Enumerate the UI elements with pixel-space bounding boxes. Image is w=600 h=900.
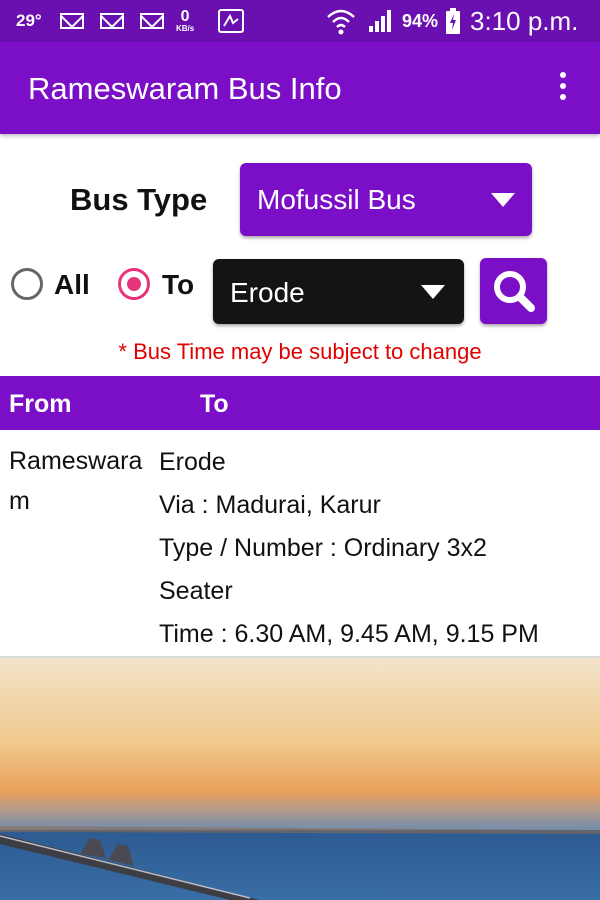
cell-time: Time : 6.30 AM, 9.45 AM, 9.15 PM bbox=[159, 620, 539, 648]
wifi-icon bbox=[326, 0, 356, 42]
signal-icon bbox=[368, 0, 394, 42]
search-button[interactable] bbox=[480, 258, 547, 324]
battery-percent: 94% bbox=[402, 10, 439, 31]
radio-all[interactable] bbox=[11, 268, 43, 300]
disclaimer-text: * Bus Time may be subject to change bbox=[118, 339, 482, 364]
data-rate-value: 0 bbox=[180, 8, 190, 25]
sunset-bridge-image bbox=[0, 658, 600, 900]
data-rate-unit: KB/s bbox=[176, 24, 195, 33]
destination-dropdown[interactable]: Erode bbox=[213, 259, 464, 324]
dropdown-arrow-icon bbox=[421, 285, 445, 299]
radio-to[interactable] bbox=[118, 268, 150, 300]
more-vert-icon[interactable] bbox=[555, 72, 571, 104]
dropdown-arrow-icon bbox=[491, 193, 515, 207]
radio-all-label: All bbox=[54, 269, 90, 300]
mail-icon bbox=[60, 0, 84, 42]
search-icon bbox=[494, 271, 535, 312]
status-bar: 29° 0 KB/s 94% 3:10 p.m. bbox=[0, 0, 600, 42]
cell-type-number: Type / Number : Ordinary 3x2 bbox=[159, 534, 487, 562]
app-notification-icon bbox=[218, 0, 244, 42]
data-rate-icon: 0 KB/s bbox=[176, 0, 194, 42]
bus-type-dropdown[interactable]: Mofussil Bus bbox=[240, 163, 532, 236]
destination-value: Erode bbox=[230, 277, 305, 308]
bus-type-value: Mofussil Bus bbox=[257, 184, 416, 215]
temperature-indicator: 29° bbox=[16, 11, 42, 30]
column-header-from: From bbox=[9, 390, 72, 418]
table-header: From To bbox=[0, 376, 600, 430]
mail-icon bbox=[100, 0, 124, 42]
cell-type-number-cont: Seater bbox=[159, 577, 233, 605]
table-row: Erode Via : Madurai, Karur Type / Number… bbox=[159, 441, 589, 656]
mail-icon bbox=[140, 0, 164, 42]
cell-via: Via : Madurai, Karur bbox=[159, 491, 381, 519]
bus-type-label: Bus Type bbox=[70, 182, 208, 217]
cell-to: Erode bbox=[159, 448, 226, 476]
cell-from: Rameswaram bbox=[9, 447, 143, 515]
column-header-to: To bbox=[200, 390, 229, 418]
app-title: Rameswaram Bus Info bbox=[28, 71, 342, 106]
clock: 3:10 p.m. bbox=[470, 5, 579, 36]
app-bar: Rameswaram Bus Info bbox=[0, 42, 600, 134]
radio-to-label: To bbox=[162, 269, 195, 300]
battery-icon bbox=[446, 0, 460, 42]
